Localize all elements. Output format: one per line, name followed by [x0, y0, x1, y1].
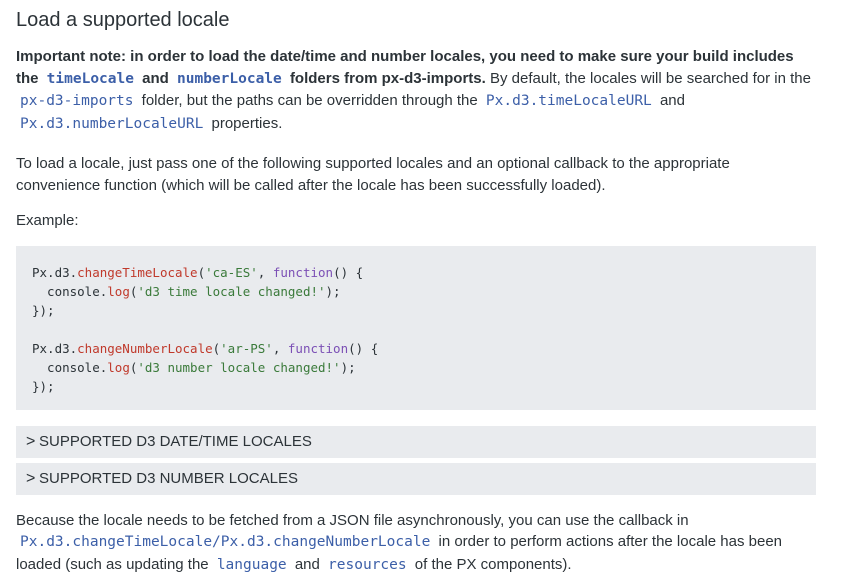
code-line-2: console.log('d3 time locale changed!');	[32, 283, 341, 299]
code-line-1: Px.d3.changeTimeLocale('ca-ES', function…	[32, 264, 364, 280]
note-text-4: properties.	[211, 114, 283, 132]
note-text-1: By default, the locales will be searched…	[489, 69, 811, 87]
note-bold-suffix: folders from px-d3-imports.	[289, 69, 486, 87]
note-text-2: folder, but the paths can be overridden …	[141, 92, 478, 109]
closing-text-1: Because the locale needs to be fetched f…	[16, 511, 689, 529]
chevron-right-icon: >	[26, 432, 36, 450]
code-time-locale-url: Px.d3.timeLocaleURL	[485, 93, 652, 109]
code-line-7: });	[32, 378, 55, 394]
code-change-functions: Px.d3.changeTimeLocale/Px.d3.changeNumbe…	[20, 534, 431, 550]
closing-text-4: of the PX components).	[414, 555, 572, 573]
section-heading: Load a supported locale	[16, 9, 230, 31]
code-number-locale-url: Px.d3.numberLocaleURL	[20, 115, 204, 132]
code-time-locale: timeLocale	[46, 70, 134, 87]
note-text-3: and	[659, 92, 685, 109]
page: Load a supported locale Important note: …	[0, 0, 832, 576]
code-line-3: });	[32, 302, 55, 318]
code-resources: resources	[328, 556, 407, 573]
code-line-5: Px.d3.changeNumberLocale('ar-PS', functi…	[32, 340, 379, 356]
note-bold-and: and	[142, 69, 169, 87]
code-example-block: Px.d3.changeTimeLocale('ca-ES', function…	[16, 245, 816, 410]
closing-paragraph: Because the locale needs to be fetched f…	[16, 510, 816, 577]
example-label: Example:	[16, 212, 79, 229]
code-imports-folder: px-d3-imports	[20, 93, 134, 109]
accordion-number-label: SUPPORTED D3 NUMBER LOCALES	[39, 470, 298, 487]
intro-paragraph: To load a locale, just pass one of the f…	[16, 155, 730, 194]
accordion-datetime-locales[interactable]: > SUPPORTED D3 DATE/TIME LOCALES	[16, 425, 816, 458]
accordion-datetime-label: SUPPORTED D3 DATE/TIME LOCALES	[39, 433, 312, 450]
closing-text-3: and	[294, 555, 320, 573]
accordion-number-locales[interactable]: > SUPPORTED D3 NUMBER LOCALES	[16, 462, 816, 495]
important-note-paragraph: Important note: in order to load the dat…	[16, 46, 816, 135]
code-line-6: console.log('d3 number locale changed!')…	[32, 359, 356, 375]
chevron-right-icon: >	[26, 469, 36, 487]
code-language: language	[216, 556, 287, 573]
code-number-locale: numberLocale	[177, 70, 282, 87]
